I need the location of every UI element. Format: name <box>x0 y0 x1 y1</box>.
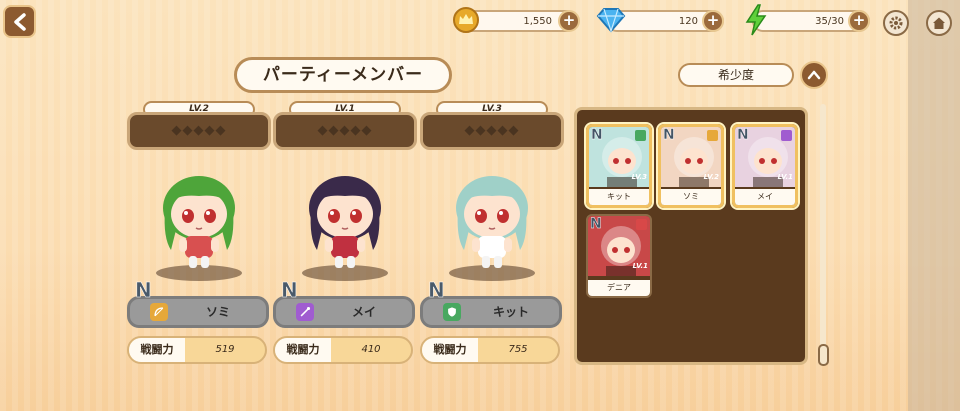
character-card[interactable]: N LV.2 ソミ <box>658 124 724 208</box>
settings-button[interactable] <box>883 10 909 36</box>
party-character-3[interactable] <box>442 158 542 270</box>
crown-coin-icon <box>453 7 479 33</box>
add-gems-button[interactable]: + <box>702 10 724 32</box>
home-button[interactable] <box>926 10 952 36</box>
character-card[interactable]: N LV.1 デニア <box>586 214 652 298</box>
wand-icon <box>296 303 314 321</box>
card-role-icon <box>636 219 647 230</box>
card-name: ソミ <box>661 189 721 205</box>
rarity-badge: N <box>281 278 298 303</box>
combat-power: 戦闘力 755 <box>420 336 560 364</box>
gem-value: 120 <box>678 15 698 27</box>
party-slot-stars: ◆◆◆◆◆ <box>273 112 417 150</box>
bow-icon <box>150 303 168 321</box>
chevron-up-icon <box>807 70 821 80</box>
party-slot-name: ソミ <box>205 305 230 319</box>
page-title: パーティーメンバー <box>234 57 452 93</box>
back-button[interactable] <box>3 5 36 38</box>
party-character-1[interactable] <box>149 158 249 270</box>
card-rarity-badge: N <box>663 127 675 143</box>
combat-power: 戦闘力 519 <box>127 336 267 364</box>
gold-value: 1,550 <box>523 15 552 27</box>
card-level: LV.1 <box>777 173 793 181</box>
combat-power-label: 戦闘力 <box>129 338 185 362</box>
character-card[interactable]: N LV.3 キット <box>586 124 652 208</box>
combat-power-label: 戦闘力 <box>275 338 331 362</box>
add-gold-button[interactable]: + <box>558 10 580 32</box>
card-name: キット <box>589 189 649 205</box>
card-rarity-badge: N <box>737 127 749 143</box>
card-level: LV.2 <box>703 173 719 181</box>
party-slot-name: メイ <box>351 305 376 319</box>
card-rarity-badge: N <box>591 127 603 143</box>
rarity-badge: N <box>135 278 152 303</box>
combat-power-value: 755 <box>508 344 528 355</box>
rarity-badge: N <box>428 278 445 303</box>
party-slot-stars: ◆◆◆◆◆ <box>420 112 564 150</box>
party-slot-name: キット <box>492 305 529 319</box>
chevron-left-icon <box>13 12 26 31</box>
inventory-scroll-thumb[interactable] <box>818 344 829 366</box>
combat-power-value: 410 <box>361 344 381 355</box>
card-rarity-badge: N <box>590 216 602 232</box>
side-shade <box>908 0 960 411</box>
card-role-icon <box>635 130 646 141</box>
card-role-icon <box>707 130 718 141</box>
combat-power: 戦闘力 410 <box>273 336 413 364</box>
card-level: LV.3 <box>631 173 647 181</box>
gear-icon <box>889 16 903 30</box>
party-character-2[interactable] <box>295 158 395 270</box>
combat-power-value: 519 <box>215 344 235 355</box>
inventory-scrollbar[interactable] <box>820 104 826 354</box>
card-level: LV.1 <box>632 262 648 270</box>
card-name: メイ <box>735 189 795 205</box>
party-slot-stars: ◆◆◆◆◆ <box>127 112 271 150</box>
stamina-value: 35/30 <box>815 15 844 27</box>
sort-order-button[interactable] <box>800 61 828 89</box>
diamond-icon <box>596 8 626 33</box>
card-name: デニア <box>588 280 650 296</box>
add-stamina-button[interactable]: + <box>848 10 870 32</box>
card-role-icon <box>781 130 792 141</box>
shield-icon <box>443 303 461 321</box>
lightning-icon <box>745 4 767 36</box>
home-icon <box>933 17 945 29</box>
character-card[interactable]: N LV.1 メイ <box>732 124 798 208</box>
combat-power-label: 戦闘力 <box>422 338 478 362</box>
sort-rarity-button[interactable]: 希少度 <box>678 63 794 87</box>
